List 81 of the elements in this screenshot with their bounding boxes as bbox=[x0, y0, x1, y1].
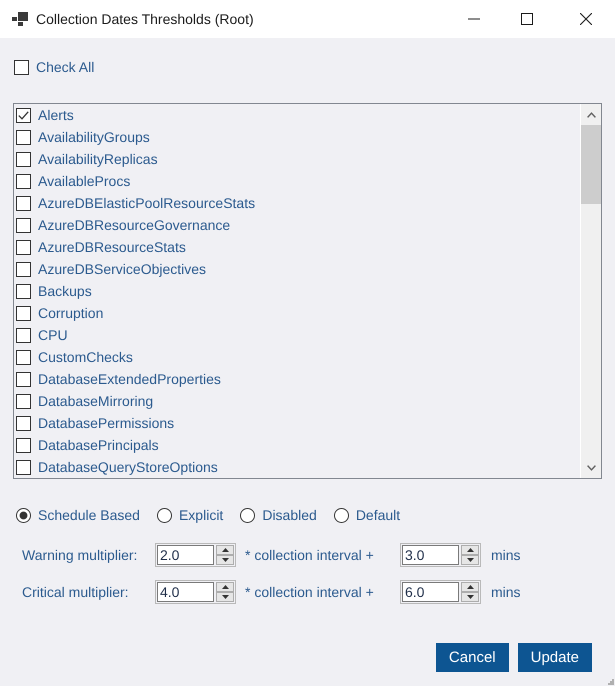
spin-down-button[interactable] bbox=[461, 555, 479, 565]
update-button[interactable]: Update bbox=[518, 643, 592, 672]
collection-label[interactable]: AzureDBResourceGovernance bbox=[38, 217, 230, 233]
checkbox[interactable] bbox=[16, 130, 31, 144]
collection-label[interactable]: Alerts bbox=[38, 107, 74, 123]
checkbox[interactable] bbox=[16, 394, 31, 408]
offset-field[interactable]: 3.0 bbox=[402, 545, 459, 565]
checkbox[interactable] bbox=[16, 174, 31, 188]
window-title: Collection Dates Thresholds (Root) bbox=[36, 11, 255, 27]
checkbox[interactable] bbox=[16, 460, 31, 474]
mode-label[interactable]: Disabled bbox=[262, 507, 317, 523]
check-all-label[interactable]: Check All bbox=[36, 59, 94, 75]
triangle-down-icon bbox=[466, 595, 474, 599]
spin-up-button[interactable] bbox=[216, 582, 234, 592]
checkbox[interactable] bbox=[16, 438, 31, 452]
triangle-up-icon bbox=[466, 548, 474, 552]
triangle-up-icon bbox=[222, 585, 228, 589]
checkbox[interactable] bbox=[16, 350, 31, 364]
mode-label[interactable]: Default bbox=[356, 507, 400, 523]
spin-up-button[interactable] bbox=[216, 545, 234, 555]
checkbox[interactable] bbox=[16, 152, 31, 166]
checkbox[interactable] bbox=[16, 196, 31, 210]
triangle-down-icon bbox=[222, 558, 228, 562]
collection-label[interactable]: DatabasePermissions bbox=[38, 415, 174, 431]
checkbox[interactable] bbox=[16, 328, 31, 342]
unit-label: mins bbox=[491, 584, 522, 600]
checkbox[interactable] bbox=[16, 108, 31, 122]
collection-label[interactable]: Corruption bbox=[38, 305, 104, 321]
collection-label[interactable]: AvailabilityReplicas bbox=[38, 151, 158, 167]
radio-button[interactable] bbox=[334, 508, 349, 522]
cancel-button[interactable]: Cancel bbox=[436, 643, 509, 672]
collection-label[interactable]: AzureDBElasticPoolResourceStats bbox=[38, 195, 256, 211]
multiplier-field[interactable]: 2.0 bbox=[157, 545, 214, 565]
threshold-label: Critical multiplier: bbox=[22, 584, 130, 600]
multiplier-field[interactable]: 4.0 bbox=[157, 582, 214, 602]
checkbox[interactable] bbox=[16, 372, 31, 386]
radio-button[interactable] bbox=[16, 508, 31, 522]
checkbox[interactable] bbox=[16, 284, 31, 298]
checkbox[interactable] bbox=[16, 416, 31, 430]
spin-up-button[interactable] bbox=[461, 582, 479, 592]
collection-label[interactable]: DatabaseMirroring bbox=[38, 393, 154, 409]
triangle-down-icon bbox=[222, 595, 228, 599]
collection-label[interactable]: DatabaseExtendedProperties bbox=[38, 371, 221, 387]
triangle-down-icon bbox=[466, 558, 474, 562]
close-icon bbox=[580, 13, 592, 25]
spin-down-button[interactable] bbox=[216, 555, 234, 565]
spin-down-button[interactable] bbox=[461, 592, 479, 602]
collection-label[interactable]: CPU bbox=[38, 327, 68, 343]
checkbox[interactable] bbox=[14, 60, 29, 74]
formula-text: * collection interval + bbox=[245, 584, 375, 600]
mode-label[interactable]: Schedule Based bbox=[38, 507, 140, 523]
offset-field[interactable]: 6.0 bbox=[402, 582, 459, 602]
threshold-label: Warning multiplier: bbox=[22, 547, 138, 563]
checkbox[interactable] bbox=[16, 240, 31, 254]
resize-grip-icon bbox=[608, 679, 614, 685]
collection-label[interactable]: AzureDBServiceObjectives bbox=[38, 261, 206, 277]
collection-label[interactable]: DatabasePrincipals bbox=[38, 437, 159, 453]
unit-label: mins bbox=[491, 547, 522, 563]
collection-label[interactable]: Backups bbox=[38, 283, 92, 299]
scrollbar-thumb[interactable] bbox=[581, 125, 601, 204]
collection-label[interactable]: AzureDBResourceStats bbox=[38, 239, 186, 255]
radio-button[interactable] bbox=[240, 508, 256, 522]
maximize-icon bbox=[521, 13, 533, 25]
checkbox[interactable] bbox=[16, 262, 31, 276]
spin-up-button[interactable] bbox=[461, 545, 479, 555]
checkmark-icon bbox=[18, 110, 29, 120]
chevron-down-icon bbox=[586, 464, 596, 470]
collection-label[interactable]: CustomChecks bbox=[38, 349, 133, 365]
mode-label[interactable]: Explicit bbox=[178, 507, 224, 523]
checkbox[interactable] bbox=[16, 306, 31, 320]
app-icon bbox=[12, 12, 28, 26]
spin-down-button[interactable] bbox=[216, 592, 234, 602]
triangle-up-icon bbox=[222, 548, 228, 552]
checkbox[interactable] bbox=[16, 218, 31, 232]
formula-text: * collection interval + bbox=[245, 547, 375, 563]
collection-label[interactable]: AvailabilityGroups bbox=[38, 129, 150, 145]
radio-button[interactable] bbox=[156, 508, 172, 522]
triangle-up-icon bbox=[466, 585, 474, 589]
collection-label[interactable]: AvailableProcs bbox=[38, 173, 130, 189]
collection-label[interactable]: DatabaseQueryStoreOptions bbox=[38, 459, 218, 475]
chevron-up-icon bbox=[586, 112, 596, 118]
